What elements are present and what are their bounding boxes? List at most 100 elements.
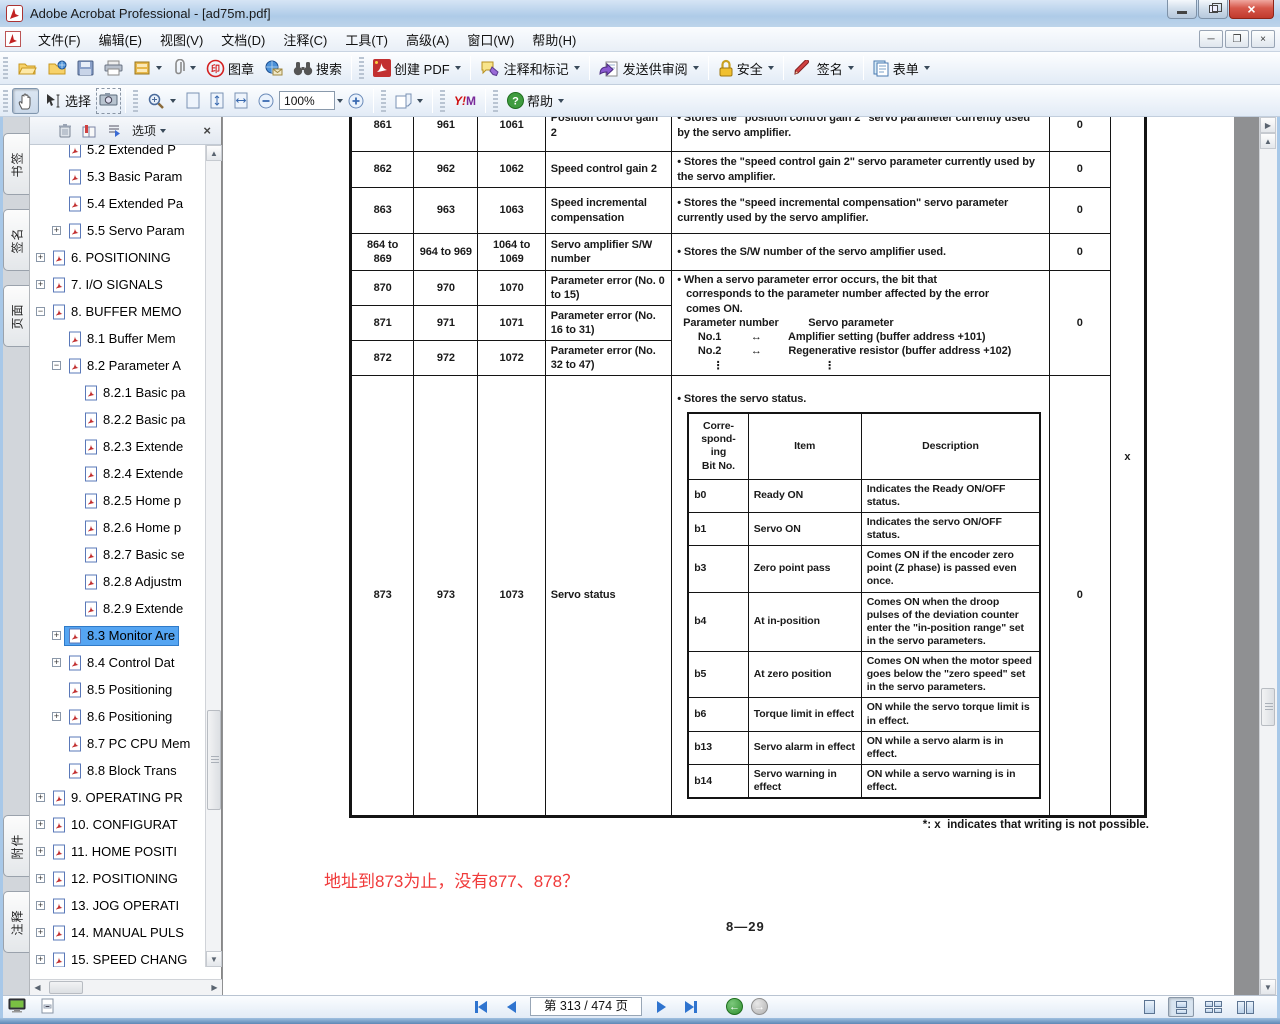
create-pdf-button[interactable]: 创建 PDF bbox=[368, 55, 466, 82]
screen-mode-button[interactable] bbox=[8, 998, 26, 1019]
forms-button[interactable]: 表单 bbox=[868, 55, 935, 82]
bookmarks-hscrollbar[interactable]: ◀ ▶ bbox=[30, 979, 222, 995]
scroll-left-icon[interactable]: ◀ bbox=[30, 980, 45, 995]
email-button[interactable] bbox=[259, 56, 288, 80]
fit-page-button[interactable] bbox=[205, 88, 229, 113]
bookmark-item[interactable]: 8.2.9 Extende bbox=[30, 595, 222, 622]
scroll-up-icon[interactable]: ▲ bbox=[206, 145, 222, 161]
dropdown-arrow-icon[interactable] bbox=[455, 66, 461, 70]
zoom-level-input[interactable] bbox=[279, 91, 335, 110]
bookmark-item[interactable]: + 13. JOG OPERATI bbox=[30, 892, 222, 919]
menu-item[interactable]: 文件(F) bbox=[29, 27, 90, 52]
bookmark-item[interactable]: + 11. HOME POSITI bbox=[30, 838, 222, 865]
facing-page-button[interactable] bbox=[1232, 997, 1258, 1017]
zoom-tool-button[interactable] bbox=[142, 88, 181, 114]
continuous-facing-button[interactable] bbox=[1200, 997, 1226, 1017]
scrollbar-thumb[interactable] bbox=[1261, 688, 1275, 726]
minimize-button[interactable] bbox=[1167, 0, 1197, 19]
save-button[interactable] bbox=[72, 56, 99, 80]
toolbar-grip[interactable] bbox=[493, 90, 498, 112]
restore-button[interactable] bbox=[1198, 0, 1228, 19]
nav-tab[interactable]: 附件 bbox=[3, 815, 29, 877]
toolbar-grip[interactable] bbox=[133, 90, 138, 112]
doc-restore-button[interactable]: ❐ bbox=[1225, 30, 1249, 48]
continuous-page-button[interactable] bbox=[1168, 997, 1194, 1017]
menu-item[interactable]: 帮助(H) bbox=[523, 27, 585, 52]
next-page-button[interactable] bbox=[650, 997, 672, 1016]
bookmark-item[interactable]: 8.2.7 Basic se bbox=[30, 541, 222, 568]
bookmark-item[interactable]: 8.2.5 Home p bbox=[30, 487, 222, 514]
bookmark-item[interactable]: + 9. OPERATING PR bbox=[30, 784, 222, 811]
expander-icon[interactable]: + bbox=[36, 874, 45, 883]
yahoo-messenger-button[interactable]: Y!M bbox=[449, 90, 481, 112]
sign-button[interactable]: 签名 bbox=[788, 55, 859, 82]
options-menu-button[interactable]: 选项 bbox=[130, 120, 168, 141]
page-number-field[interactable]: 第 313 / 474 页 bbox=[530, 997, 642, 1016]
bookmark-item[interactable]: + 15. SPEED CHANG bbox=[30, 946, 222, 967]
menu-item[interactable]: 视图(V) bbox=[151, 27, 212, 52]
toolbar-grip[interactable] bbox=[3, 90, 8, 112]
security-button[interactable]: 安全 bbox=[713, 55, 779, 82]
bookmark-item[interactable]: 5.2 Extended P bbox=[30, 145, 222, 163]
bookmark-item[interactable]: + 7. I/O SIGNALS bbox=[30, 271, 222, 298]
expander-icon[interactable]: + bbox=[52, 712, 61, 721]
expander-icon[interactable]: + bbox=[36, 253, 45, 262]
scroll-down-icon[interactable]: ▼ bbox=[206, 951, 222, 967]
document-scrollbar[interactable]: ▶ ▲ ▼ bbox=[1259, 117, 1277, 995]
select-tool-button[interactable]: 选择 bbox=[39, 87, 96, 114]
toolbar-grip[interactable] bbox=[3, 57, 8, 79]
dropdown-arrow-icon[interactable] bbox=[848, 66, 854, 70]
bookmark-item[interactable]: + 6. POSITIONING bbox=[30, 244, 222, 271]
menu-item[interactable]: 高级(A) bbox=[397, 27, 458, 52]
dropdown-arrow-icon[interactable] bbox=[768, 66, 774, 70]
organizer-button[interactable] bbox=[128, 56, 167, 80]
bookmark-item[interactable]: + 14. MANUAL PULS bbox=[30, 919, 222, 946]
search-button[interactable]: 搜索 bbox=[288, 55, 347, 82]
nav-tab[interactable]: 页面 bbox=[3, 285, 29, 347]
bookmark-item[interactable]: + 8.6 Positioning bbox=[30, 703, 222, 730]
page-size-button[interactable] bbox=[40, 998, 56, 1019]
attach-button[interactable] bbox=[167, 55, 201, 81]
bookmark-item[interactable]: 5.3 Basic Param bbox=[30, 163, 222, 190]
print-button[interactable] bbox=[99, 56, 128, 80]
open-web-button[interactable] bbox=[42, 56, 72, 80]
new-bookmark-button[interactable] bbox=[105, 122, 124, 140]
expander-icon[interactable]: + bbox=[36, 955, 45, 964]
expander-icon[interactable]: + bbox=[36, 793, 45, 802]
toolbar-grip[interactable] bbox=[440, 90, 445, 112]
page-display-button[interactable] bbox=[390, 89, 428, 113]
expander-icon[interactable]: + bbox=[36, 928, 45, 937]
expander-icon[interactable]: − bbox=[36, 307, 45, 316]
toolbar-grip[interactable] bbox=[359, 57, 364, 79]
bookmark-item[interactable]: 5.4 Extended Pa bbox=[30, 190, 222, 217]
expander-icon[interactable]: + bbox=[52, 631, 61, 640]
bookmarks-scrollbar[interactable]: ▲ ▼ bbox=[205, 145, 221, 967]
last-page-button[interactable] bbox=[680, 997, 702, 1016]
bookmark-item[interactable]: − 8. BUFFER MEMO bbox=[30, 298, 222, 325]
send-review-button[interactable]: 发送供审阅 bbox=[594, 55, 704, 82]
dropdown-arrow-icon[interactable] bbox=[693, 66, 699, 70]
snapshot-tool-button[interactable] bbox=[96, 88, 121, 114]
menu-item[interactable]: 文档(D) bbox=[212, 27, 274, 52]
doc-close-button[interactable]: × bbox=[1251, 30, 1275, 48]
bookmark-item[interactable]: + 8.4 Control Dat bbox=[30, 649, 222, 676]
expander-icon[interactable]: + bbox=[36, 280, 45, 289]
hand-tool-button[interactable] bbox=[12, 88, 39, 114]
bookmark-item[interactable]: 8.2.4 Extende bbox=[30, 460, 222, 487]
bookmark-item[interactable]: − 8.2 Parameter A bbox=[30, 352, 222, 379]
menu-item[interactable]: 工具(T) bbox=[336, 27, 397, 52]
first-page-button[interactable] bbox=[470, 997, 492, 1016]
bookmark-item[interactable]: 8.2.6 Home p bbox=[30, 514, 222, 541]
dropdown-arrow-icon[interactable] bbox=[574, 66, 580, 70]
hscrollbar-thumb[interactable] bbox=[49, 981, 83, 994]
dropdown-arrow-icon[interactable] bbox=[924, 66, 930, 70]
single-page-button[interactable] bbox=[1136, 997, 1162, 1017]
toolbar-grip[interactable] bbox=[381, 90, 386, 112]
next-view-button[interactable]: → bbox=[751, 998, 768, 1015]
menu-item[interactable]: 注释(C) bbox=[274, 27, 336, 52]
bookmark-item[interactable]: + 5.5 Servo Param bbox=[30, 217, 222, 244]
scroll-up-icon[interactable]: ▲ bbox=[1260, 133, 1276, 149]
menu-item[interactable]: 窗口(W) bbox=[458, 27, 523, 52]
previous-view-button[interactable]: ← bbox=[726, 998, 743, 1015]
close-button[interactable]: × bbox=[1229, 0, 1274, 19]
